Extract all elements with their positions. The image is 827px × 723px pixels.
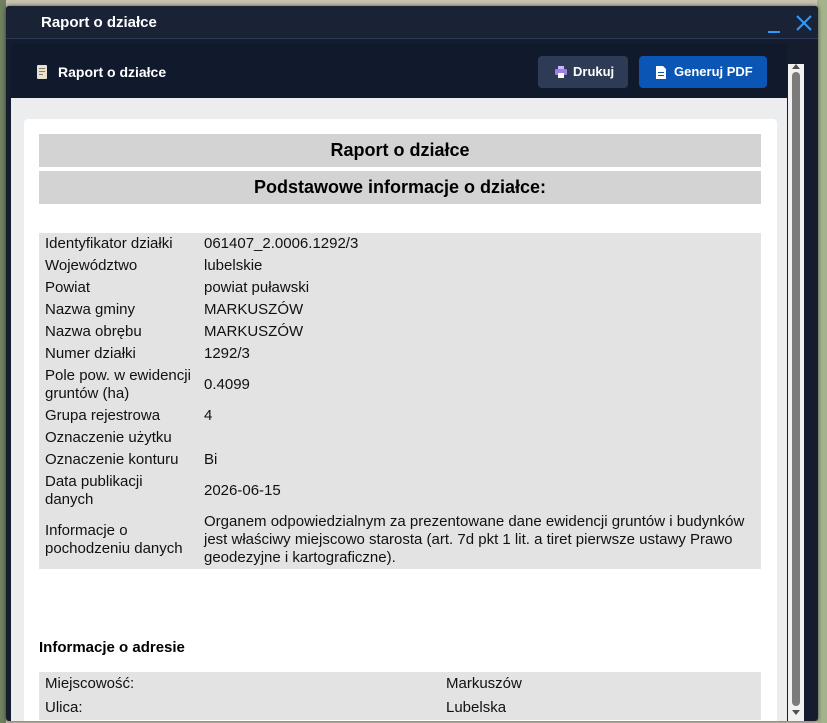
generate-pdf-button[interactable]: Generuj PDF — [639, 56, 767, 88]
row-value: Lubelska — [446, 699, 507, 716]
row-value: MARKUSZÓW — [204, 301, 304, 318]
table-row: Ulica: Lubelska — [39, 696, 761, 720]
vertical-scrollbar[interactable] — [788, 64, 804, 721]
address-heading: Informacje o adresie — [39, 639, 185, 656]
row-value: Bi — [204, 451, 218, 468]
parcel-info-table: Identyfikator działki 061407_2.0006.1292… — [39, 233, 761, 569]
table-row: Nazwa obrębu MARKUSZÓW — [39, 321, 761, 343]
row-value: lubelskie — [204, 257, 263, 274]
table-row: Informacje o pochodzeniu danych Organem … — [39, 511, 761, 569]
row-value: MARKUSZÓW — [204, 323, 304, 340]
table-row: Pole pow. w ewidencji gruntów (ha) 0.409… — [39, 365, 761, 405]
table-row: Identyfikator działki 061407_2.0006.1292… — [39, 233, 761, 255]
report-card: Raport o działce Podstawowe informacje o… — [24, 119, 777, 721]
table-row: Województwo lubelskie — [39, 255, 761, 277]
close-button[interactable] — [795, 14, 813, 32]
row-label: Grupa rejestrowa — [45, 407, 161, 424]
report-toolbar: Raport o działce Drukuj Generuj PDF — [11, 44, 787, 98]
table-row: Miejscowość: Markuszów — [39, 672, 761, 696]
scroll-thumb[interactable] — [792, 72, 800, 706]
row-label: Data publikacji danych — [45, 473, 143, 508]
minimize-button[interactable] — [768, 20, 780, 34]
table-row: Nazwa gminy MARKUSZÓW — [39, 299, 761, 321]
row-label: Oznaczenie konturu — [45, 451, 179, 468]
file-icon — [656, 66, 666, 79]
address-table: Miejscowość: Markuszów Ulica: Lubelska — [39, 672, 761, 720]
map-edge-right — [817, 0, 827, 723]
row-label: Nazwa obrębu — [45, 323, 142, 340]
row-value — [198, 427, 761, 449]
row-label: Województwo — [45, 257, 138, 274]
row-label: Oznaczenie użytku — [45, 429, 172, 446]
table-row: Oznaczenie konturu Bi — [39, 449, 761, 471]
row-value: 0.4099 — [204, 376, 250, 393]
print-button-label: Drukuj — [573, 64, 615, 79]
table-row: Powiat powiat puławski — [39, 277, 761, 299]
report-window: Raport o działce Raport o działce Drukuj… — [6, 6, 818, 721]
row-value: 1292/3 — [204, 345, 250, 362]
table-row: Oznaczenie użytku — [39, 427, 761, 449]
row-value: powiat puławski — [204, 279, 310, 296]
row-label: Ulica: — [45, 699, 83, 716]
report-content: Raport o działce Podstawowe informacje o… — [11, 98, 787, 721]
table-row: Grupa rejestrowa 4 — [39, 405, 761, 427]
generate-pdf-label: Generuj PDF — [674, 64, 753, 79]
basic-info-heading: Podstawowe informacje o działce: — [39, 171, 761, 204]
scroll-up-icon[interactable] — [792, 64, 800, 69]
row-label: Powiat — [45, 279, 91, 296]
close-icon — [796, 15, 812, 31]
row-label: Identyfikator działki — [45, 235, 173, 252]
window-titlebar[interactable]: Raport o działce — [6, 6, 818, 39]
window-title: Raport o działce — [41, 14, 157, 31]
report-title: Raport o działce — [39, 134, 761, 167]
row-label: Numer działki — [45, 345, 136, 362]
row-label: Miejscowość: — [45, 675, 135, 692]
table-row: Numer działki 1292/3 — [39, 343, 761, 365]
toolbar-title: Raport o działce — [58, 64, 167, 80]
row-value: Markuszów — [446, 675, 522, 692]
row-label: Pole pow. w ewidencji gruntów (ha) — [45, 367, 191, 402]
row-value: 4 — [204, 407, 213, 424]
table-row: Data publikacji danych 2026-06-15 — [39, 471, 761, 511]
scroll-down-icon[interactable] — [792, 710, 800, 715]
minimize-icon — [768, 31, 780, 33]
row-label: Informacje o pochodzeniu danych — [45, 522, 183, 557]
print-button[interactable]: Drukuj — [538, 56, 628, 88]
document-icon — [37, 65, 47, 79]
row-value: 061407_2.0006.1292/3 — [204, 235, 359, 252]
printer-icon — [555, 66, 567, 78]
row-label: Nazwa gminy — [45, 301, 136, 318]
row-value: Organem odpowiedzialnym za prezentowane … — [204, 513, 745, 566]
row-value: 2026-06-15 — [204, 482, 281, 499]
